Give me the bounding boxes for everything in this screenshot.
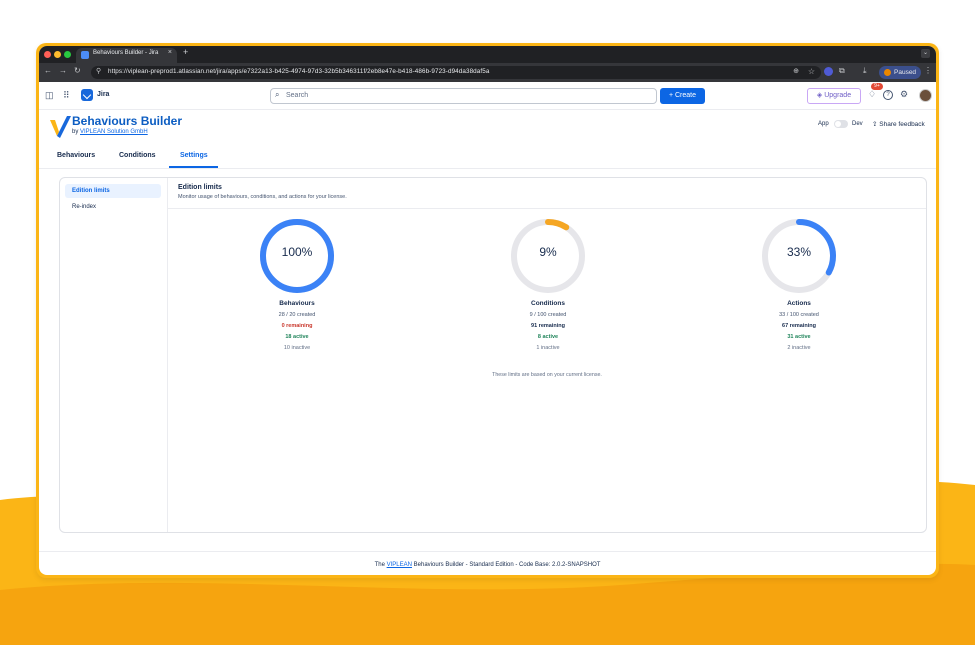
search-placeholder: Search — [286, 92, 309, 99]
notification-badge: 9+ — [871, 83, 883, 90]
toggle-app-label: App — [818, 121, 829, 127]
back-icon[interactable]: ← — [44, 66, 52, 75]
download-icon[interactable]: ⤓ — [863, 66, 867, 76]
tab-search-icon[interactable]: ⌄ — [921, 49, 930, 58]
share-feedback-label: Share feedback — [879, 121, 925, 128]
usage-percent: 9% — [539, 245, 557, 259]
product-name[interactable]: Jira — [97, 91, 109, 98]
zoom-icon[interactable]: ⊕ — [793, 67, 799, 75]
settings-card: Edition limits Re-index Edition limits M… — [59, 177, 927, 533]
tab-settings[interactable]: Settings — [180, 152, 208, 159]
toggle-knob — [835, 121, 841, 127]
new-tab-button[interactable]: + — [183, 47, 188, 57]
jira-top-nav: ◫ ⠿ Jira ⌕ Search + Create ◈ Upgrade ♢ 9+… — [39, 82, 936, 110]
metric-name: Conditions — [531, 300, 565, 307]
byline-prefix: by — [72, 129, 79, 135]
metric-created: 28 / 20 created — [278, 312, 316, 318]
usage-ring: 100% — [257, 216, 337, 296]
tab-close-icon[interactable]: × — [168, 49, 172, 56]
address-bar[interactable]: ⚲ https://viplean-preprod1.atlassian.net… — [91, 66, 821, 79]
upgrade-label: Upgrade — [824, 92, 852, 99]
metric-active: 31 active — [787, 334, 811, 340]
metric-conditions: 9% Conditions 9 / 100 created 91 remaini… — [488, 216, 608, 351]
sidebar-item-edition-limits[interactable]: Edition limits — [65, 184, 161, 198]
usage-percent: 33% — [786, 245, 812, 259]
footer-brand-link[interactable]: VIPLEAN — [387, 562, 412, 568]
section-divider — [168, 208, 926, 209]
edition-limits-panel: Edition limits Monitor usage of behaviou… — [168, 178, 926, 532]
jira-logo-icon[interactable] — [81, 89, 93, 101]
jira-favicon-icon — [81, 51, 89, 59]
behaviours-builder-logo-icon — [50, 116, 71, 138]
profile-avatar — [884, 69, 891, 76]
metric-remaining: 67 remaining — [782, 323, 816, 329]
footer-suffix: Behaviours Builder - Standard Edition - … — [413, 562, 601, 568]
metric-name: Behaviours — [279, 300, 315, 307]
upgrade-button[interactable]: ◈ Upgrade — [807, 88, 861, 104]
active-tab-indicator — [169, 166, 218, 168]
profile-status: Paused — [894, 69, 917, 76]
minimize-window-button[interactable] — [54, 51, 61, 58]
bookmark-star-icon[interactable]: ☆ — [808, 67, 815, 76]
metric-inactive: 1 inactive — [536, 345, 560, 351]
metric-name: Actions — [787, 300, 811, 307]
app-tabs: Behaviours Conditions Settings — [39, 146, 936, 169]
metric-inactive: 2 inactive — [787, 345, 811, 351]
metric-created: 33 / 100 created — [779, 312, 819, 318]
settings-sidebar: Edition limits Re-index — [60, 178, 168, 532]
footer-divider — [39, 551, 936, 552]
footer-prefix: The — [374, 562, 385, 568]
metric-active: 18 active — [285, 334, 309, 340]
share-icon: ⇪ — [872, 121, 878, 128]
metric-remaining: 91 remaining — [531, 323, 565, 329]
app-dev-toggle[interactable] — [834, 120, 848, 128]
notifications-bell-icon[interactable]: ♢ 9+ — [868, 83, 883, 100]
maximize-window-button[interactable] — [64, 51, 71, 58]
metric-inactive: 10 inactive — [283, 345, 311, 351]
site-settings-icon[interactable]: ⚲ — [96, 67, 101, 75]
metric-actions: 33% Actions 33 / 100 created 67 remainin… — [739, 216, 859, 351]
extension-icon[interactable] — [824, 67, 833, 76]
footer: The VIPLEAN Behaviours Builder - Standar… — [39, 562, 936, 568]
share-feedback-button[interactable]: ⇪ Share feedback — [872, 120, 925, 128]
browser-menu-kebab-icon[interactable]: ⋮ — [924, 66, 932, 75]
sidebar-item-re-index[interactable]: Re-index — [65, 200, 161, 214]
browser-tab[interactable]: Behaviours Builder - Jira × — [76, 48, 177, 63]
sidebar-toggle-icon[interactable]: ◫ — [45, 90, 54, 101]
tab-behaviours[interactable]: Behaviours — [57, 152, 95, 159]
address-url[interactable]: https://viplean-preprod1.atlassian.net/j… — [108, 68, 489, 75]
search-input[interactable]: ⌕ Search — [270, 88, 657, 104]
metric-active: 8 active — [537, 334, 559, 340]
forward-icon[interactable]: → — [59, 66, 67, 75]
metric-created: 9 / 100 created — [529, 312, 567, 318]
browser-toolbar: ← → ↻ ⚲ https://viplean-preprod1.atlassi… — [39, 63, 936, 82]
create-button[interactable]: + Create — [660, 88, 705, 104]
usage-ring: 9% — [508, 216, 588, 296]
close-window-button[interactable] — [44, 51, 51, 58]
section-title: Edition limits — [178, 184, 222, 191]
app-title: Behaviours Builder — [72, 114, 183, 128]
diamond-icon: ◈ — [816, 92, 823, 99]
company-link[interactable]: VIPLEAN Solution GmbH — [80, 129, 148, 135]
settings-gear-icon[interactable]: ⚙ — [900, 89, 908, 100]
browser-window: Behaviours Builder - Jira × + ⌄ ← → ↻ ⚲ … — [36, 43, 939, 578]
usage-percent: 100% — [281, 245, 313, 259]
user-avatar[interactable] — [919, 89, 932, 102]
search-icon: ⌕ — [275, 90, 280, 99]
app-switcher-icon[interactable]: ⠿ — [63, 90, 70, 101]
tab-title: Behaviours Builder - Jira — [93, 50, 159, 56]
profile-paused-button[interactable]: Paused — [879, 66, 921, 79]
help-icon[interactable]: ? — [883, 90, 893, 100]
license-note: These limits are based on your current l… — [492, 372, 602, 378]
puzzle-icon[interactable]: ⧉ — [839, 66, 845, 76]
section-subtitle: Monitor usage of behaviours, conditions,… — [178, 194, 347, 200]
toggle-dev-label: Dev — [852, 121, 863, 127]
metric-remaining: 0 remaining — [281, 323, 313, 329]
browser-tabstrip: Behaviours Builder - Jira × + ⌄ — [39, 46, 936, 63]
reload-icon[interactable]: ↻ — [74, 66, 81, 75]
usage-ring: 33% — [759, 216, 839, 296]
app-byline: by VIPLEAN Solution GmbH — [72, 129, 148, 135]
tab-conditions[interactable]: Conditions — [119, 152, 156, 159]
metric-behaviours: 100% Behaviours 28 / 20 created 0 remain… — [237, 216, 357, 351]
